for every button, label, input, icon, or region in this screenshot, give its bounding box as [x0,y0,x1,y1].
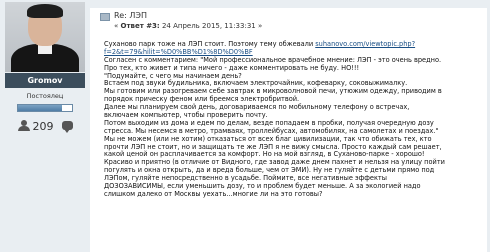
user-rank: Постоялец [26,92,64,100]
reply-number[interactable]: Ответ #3: [121,22,160,30]
people-icon [17,120,30,131]
rank-progress-fill [18,105,63,111]
post-header: Re: ЛЭП « Ответ #3: 24 Апрель 2015, 11:3… [100,11,480,33]
username[interactable]: Gromov [5,73,85,88]
post-date: 24 Апрель 2015, 11:33:31 » [159,22,263,30]
forum-post: Re: ЛЭП « Ответ #3: 24 Апрель 2015, 11:3… [90,8,490,252]
post-text: Мы готовим или разогреваем себе завтрак … [104,87,442,96]
post-link[interactable]: f=2&t=79&hilit=%D0%BB%D1%8D%D0%BF [104,48,253,56]
post-text: прочти ЛЭП не стоит, но и защищать те же… [104,142,442,151]
post-text: какой ценой он расплачивается за комфорт… [104,150,425,159]
post-text-line: слишком далеко от Москвы уехать...многие… [104,189,484,199]
post-text: ДОЗОЗАВИСИМЫ, если уменьшить дозу, то и … [104,182,421,191]
avatar-hair-shape [27,4,63,18]
post-text: Суханово парк тоже на ЛЭП стоит. Поэтому… [104,40,316,48]
post-title[interactable]: Re: ЛЭП [114,11,147,20]
post-text: Встаем под звуки будильника, включаем эл… [104,79,408,88]
avatar[interactable] [5,2,85,72]
post-text: Красиво и приятно (в отличие от Видного,… [104,158,445,167]
post-text: Мы не можем (или не хотим) отказаться от… [104,134,432,143]
user-stats: 209 [0,120,90,133]
post-text: слишком далеко от Москвы уехать...многие… [104,189,323,198]
post-text: Далее мы планируем свой день, договарива… [104,103,410,112]
post-icon [100,13,110,21]
user-profile-panel: Gromov Постоялец 209 [0,0,90,252]
post-text: погулять и окна открыть, да и вреда боль… [104,166,435,175]
post-text: Потом выходим из дома и едем по делам, в… [104,118,434,127]
reputation-count: 209 [32,120,54,133]
post-text: включаем компьютер, чтобы проверить почт… [104,111,268,120]
post-text: Про тех, кто живет и типа ничего - даже … [104,63,360,72]
post-text: порядок прическу феном или бреемся элект… [104,95,300,104]
post-text: ЛЭПом, гуляйте непосредственно в усадьбе… [104,174,387,183]
post-meta: « Ответ #3: 24 Апрель 2015, 11:33:31 » [114,22,262,30]
post-text: Согласен с комментарием: "Мой профессион… [104,55,442,64]
rank-progress-bar [17,104,73,112]
comment-icon[interactable] [61,121,73,133]
post-link[interactable]: suhanovo.com/viewtopic.php? [315,40,415,48]
post-body: Суханово парк тоже на ЛЭП стоит. Поэтому… [104,40,484,199]
post-text: стресса. Мы несемся в метро, трамваях, т… [104,126,439,135]
post-text: "Подумайте, с чего мы начинаем день? [104,71,242,80]
